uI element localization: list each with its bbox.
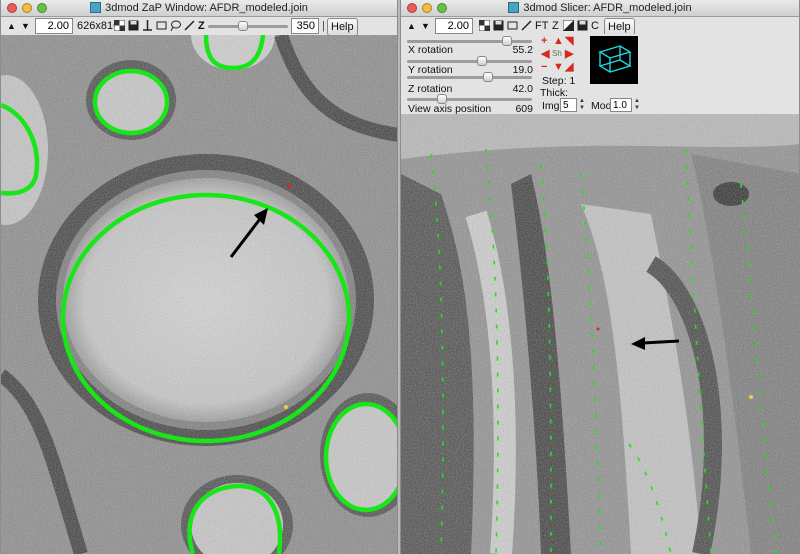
z-separator: | [322, 20, 325, 32]
rectangle-icon[interactable] [507, 20, 518, 31]
zoom-down-icon[interactable]: ▼ [421, 18, 430, 34]
zap-title: 3dmod ZaP Window: AFDR_modeled.join [105, 2, 308, 14]
slicer-zoom-input[interactable] [435, 18, 473, 34]
z-input[interactable] [291, 18, 319, 34]
zoom-button[interactable] [37, 3, 47, 13]
contrast-icon[interactable] [563, 20, 574, 31]
save-icon[interactable] [493, 20, 504, 31]
img-thickness-input[interactable] [560, 98, 577, 112]
minimize-button[interactable] [422, 3, 432, 13]
step-label: Step: 1 [542, 75, 576, 87]
z-rotation-slider[interactable] [407, 72, 532, 82]
arrow-right-icon[interactable]: ▶ [565, 49, 573, 60]
sync-icon[interactable] [577, 20, 588, 31]
slicer-control-panel: X rotation 55.2 Y rotation 19.0 Z rotati… [401, 34, 799, 115]
add-icon[interactable]: + [541, 36, 547, 47]
zap-toolbar: ▲ ▼ 626x816 Z | Help [1, 17, 397, 36]
slicer-toolbar: ▲ ▼ FT Z C Help [401, 17, 799, 36]
z-label: Z [198, 20, 205, 32]
center-button[interactable]: Sh [552, 49, 562, 58]
arrow-down-right-icon[interactable]: ◢ [565, 62, 573, 73]
slicer-window: 3dmod Slicer: AFDR_modeled.join ▲ ▼ FT Z… [400, 0, 800, 554]
app-icon [90, 2, 102, 13]
mod-spin-up-icon[interactable]: ▲ [634, 98, 640, 104]
zoom-up-icon[interactable]: ▲ [7, 18, 16, 34]
arrow-up-right-icon[interactable]: ◥ [565, 36, 573, 47]
zoom-button[interactable] [437, 3, 447, 13]
app-icon [508, 2, 520, 13]
arrow-left-icon[interactable]: ◀ [541, 49, 549, 60]
wireframe-cube-icon[interactable] [590, 36, 638, 84]
zap-image-view[interactable] [1, 35, 397, 554]
zap-window: 3dmod ZaP Window: AFDR_modeled.join ▲ ▼ … [0, 0, 398, 554]
image-size-label: 626x816 [77, 20, 120, 32]
rectangle-icon[interactable] [156, 20, 167, 31]
slicer-title: 3dmod Slicer: AFDR_modeled.join [523, 2, 692, 14]
close-button[interactable] [407, 3, 417, 13]
mod-spin-down-icon[interactable]: ▼ [634, 105, 640, 111]
zap-titlebar[interactable]: 3dmod ZaP Window: AFDR_modeled.join [1, 0, 397, 17]
save-icon[interactable] [128, 20, 139, 31]
z-slider[interactable] [208, 20, 288, 32]
zoom-up-icon[interactable]: ▲ [407, 18, 416, 34]
mod-thickness-input[interactable] [610, 98, 632, 112]
pen-icon[interactable] [521, 20, 532, 31]
center-c-label[interactable]: C [591, 18, 599, 34]
checker-icon[interactable] [114, 20, 125, 31]
pin-icon[interactable] [142, 20, 153, 31]
mod-label: Mod [591, 100, 612, 112]
lasso-icon[interactable] [170, 20, 181, 31]
img-spin-down-icon[interactable]: ▼ [579, 105, 585, 111]
img-spin-up-icon[interactable]: ▲ [579, 98, 585, 104]
x-rotation-value: 55.2 [512, 44, 533, 56]
slicer-image-view[interactable] [401, 114, 799, 554]
pen-icon[interactable] [184, 20, 195, 31]
zoom-input[interactable] [35, 18, 73, 34]
close-button[interactable] [7, 3, 17, 13]
img-label: Img [542, 100, 560, 112]
zoom-down-icon[interactable]: ▼ [21, 18, 30, 34]
ft-label[interactable]: FT [535, 18, 548, 34]
arrow-up-icon[interactable]: ▲ [553, 36, 564, 47]
minimize-button[interactable] [22, 3, 32, 13]
subtract-icon[interactable]: − [541, 62, 547, 73]
checker-icon[interactable] [479, 20, 490, 31]
arrow-down-icon[interactable]: ▼ [553, 62, 564, 73]
zap-help-button[interactable]: Help [327, 18, 358, 36]
x-rotation-label: X rotation [408, 44, 453, 56]
slicer-titlebar[interactable]: 3dmod Slicer: AFDR_modeled.join [401, 0, 799, 17]
z-scale-icon[interactable]: Z [552, 18, 559, 34]
